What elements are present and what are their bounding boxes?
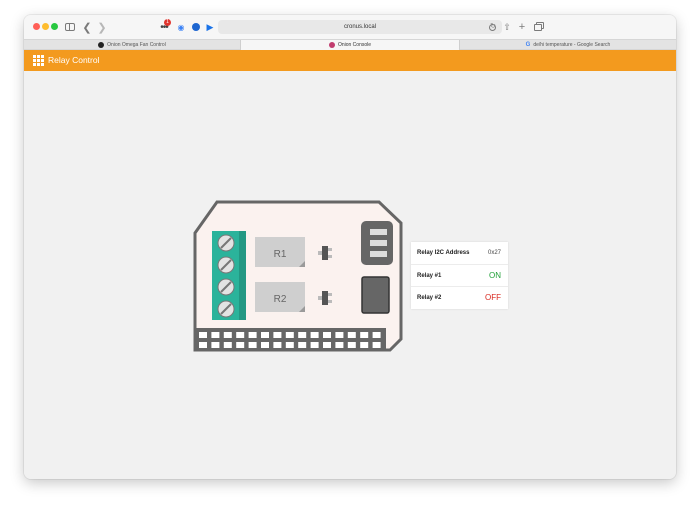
header-pin — [236, 332, 245, 338]
tab-onion-omega-fan-control[interactable]: Onion Omega Fan Control — [24, 40, 241, 50]
header-pin — [372, 342, 381, 348]
github-icon — [98, 42, 105, 48]
header-pin — [285, 342, 294, 348]
google-icon: G — [525, 42, 531, 48]
header-pin — [199, 342, 207, 348]
header-pin — [285, 332, 294, 338]
header-pin — [323, 332, 331, 338]
relay-1-state-toggle[interactable]: ON — [489, 265, 501, 287]
onion-icon — [328, 42, 335, 48]
header-pin — [347, 342, 356, 348]
header-pin — [236, 342, 245, 348]
new-tab-icon[interactable]: + — [517, 19, 527, 35]
header-pin — [223, 342, 232, 348]
relay-1-label: R1 — [274, 249, 287, 260]
apps-grid-icon[interactable] — [33, 55, 44, 66]
header-pin — [199, 332, 207, 338]
header-pin — [360, 342, 369, 348]
browser-toolbar: ❮ ❯ ••• 1 ◉ ▶ cronus.local ↻ ⇧ + — [24, 15, 676, 39]
header-pin — [248, 332, 257, 338]
extension-badge: 1 — [164, 19, 171, 26]
address-text: cronus.local — [343, 24, 376, 30]
privacy-report-icon[interactable] — [487, 19, 497, 35]
zoom-window-button[interactable] — [51, 23, 58, 30]
relay-2-state-toggle[interactable]: OFF — [485, 287, 501, 309]
tab-onion-console[interactable]: Onion Console — [241, 40, 459, 50]
screw-icon — [217, 278, 235, 296]
header-pin — [211, 332, 220, 338]
header-pin — [323, 342, 331, 348]
minimize-window-button[interactable] — [42, 23, 49, 30]
relay-status-card: Relay I2C Address 0x27 Relay #1 ON Relay… — [411, 242, 508, 309]
header-pin — [261, 332, 269, 338]
header-pin — [335, 342, 344, 348]
header-pin — [211, 342, 220, 348]
share-icon[interactable]: ⇧ — [502, 19, 512, 35]
i2c-address-row: Relay I2C Address 0x27 — [411, 242, 508, 264]
header-pin — [360, 332, 369, 338]
tab-label: Onion Console — [337, 42, 372, 48]
relay-2-row: Relay #2 OFF — [411, 286, 508, 308]
header-pin — [223, 332, 232, 338]
tab-label: de/hi temperature - Google Search — [533, 42, 611, 48]
relay-2-label: R2 — [274, 294, 287, 305]
header-pin — [310, 332, 319, 338]
header-pin — [298, 332, 307, 338]
header-pin — [310, 342, 319, 348]
back-arrow-icon[interactable]: ❮ — [82, 19, 92, 35]
tab-bar: Onion Omega Fan Control Onion Console G … — [24, 39, 676, 50]
header-pin — [273, 342, 282, 348]
close-window-button[interactable] — [33, 23, 40, 30]
relay-2-row-label: Relay #2 — [417, 295, 442, 301]
tab-google-search[interactable]: G de/hi temperature - Google Search — [459, 40, 676, 50]
extension-shield-icon[interactable] — [191, 19, 201, 35]
extension-play-icon[interactable]: ▶ — [205, 19, 215, 35]
tab-label: Onion Omega Fan Control — [107, 42, 166, 48]
header-pin — [248, 342, 257, 348]
relay-1-row-label: Relay #1 — [417, 273, 442, 279]
extension-eye-icon[interactable]: ◉ — [176, 19, 186, 35]
header-pin — [298, 342, 307, 348]
app-header: Relay Control — [24, 50, 676, 71]
i2c-address-label: Relay I2C Address — [417, 250, 470, 256]
page-title: Relay Control — [48, 55, 100, 65]
screw-icon — [217, 256, 235, 274]
tab-overview-icon[interactable] — [532, 19, 544, 35]
relay-expansion-board: R1 R2 — [193, 200, 403, 352]
relay-1-row: Relay #1 ON — [411, 264, 508, 286]
header-pin — [261, 342, 269, 348]
main-content: R1 R2 Relay I2C Address 0x27 Relay #1 ON… — [24, 71, 676, 479]
screw-icon — [217, 300, 235, 318]
header-pin — [335, 332, 344, 338]
header-pin — [347, 332, 356, 338]
i2c-address-value: 0x27 — [487, 250, 501, 256]
controller-chip — [361, 276, 390, 314]
header-pin — [372, 332, 381, 338]
browser-window: ❮ ❯ ••• 1 ◉ ▶ cronus.local ↻ ⇧ + Onion O… — [24, 15, 676, 479]
address-bar[interactable]: cronus.local ↻ — [218, 20, 502, 34]
sidebar-toggle-icon[interactable] — [64, 19, 76, 35]
screw-icon — [217, 234, 235, 252]
forward-arrow-icon[interactable]: ❯ — [97, 19, 107, 35]
header-pin — [273, 332, 282, 338]
